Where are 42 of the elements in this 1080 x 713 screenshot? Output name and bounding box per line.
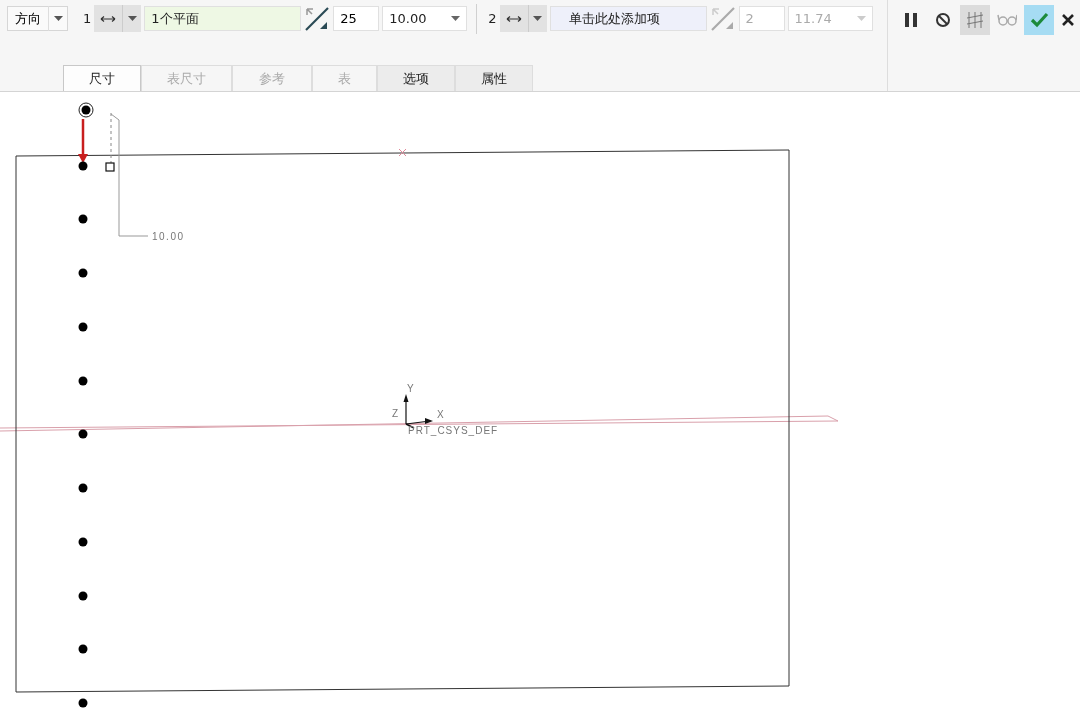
direction-arrow[interactable]	[78, 119, 88, 163]
tab[interactable]: 选项	[377, 65, 455, 91]
dimension-type-button[interactable]	[94, 5, 142, 32]
caret-icon	[533, 15, 543, 22]
direction-button[interactable]: 方向	[7, 6, 68, 31]
pattern-point[interactable]	[78, 268, 88, 278]
axis-label: Y	[407, 383, 414, 394]
tab[interactable]: 属性	[455, 65, 533, 91]
pattern-point[interactable]	[78, 591, 88, 601]
prohibited-icon	[933, 10, 953, 30]
pattern-point[interactable]	[78, 161, 88, 171]
tab[interactable]: 尺寸	[63, 65, 141, 91]
pattern-point[interactable]	[78, 214, 88, 224]
count-field[interactable]: 25	[333, 6, 380, 31]
pattern-point[interactable]	[78, 644, 88, 654]
csys-label: PRT_CSYS_DEF	[408, 425, 499, 436]
pattern-point[interactable]	[78, 698, 88, 708]
dimension-value[interactable]: 10.00	[152, 231, 185, 242]
pattern-point[interactable]	[78, 483, 88, 493]
caret-icon	[127, 15, 137, 22]
dimension-lines-icon	[965, 10, 985, 30]
square-handle[interactable]	[105, 162, 115, 172]
checkmark-icon	[1029, 10, 1049, 30]
double-arrow-icon	[100, 14, 117, 23]
caret-icon	[856, 15, 866, 22]
set-number: 2	[488, 11, 497, 26]
double-arrow-icon	[505, 14, 522, 23]
first-point-marker[interactable]	[78, 102, 94, 118]
axis-label: X	[437, 409, 444, 420]
caret-icon	[53, 15, 63, 22]
reference-field[interactable]: 1个平面	[144, 6, 302, 31]
pattern-point[interactable]	[78, 376, 88, 386]
caret-icon	[451, 15, 461, 22]
spacing-dropdown[interactable]: 10.00	[382, 6, 468, 31]
pattern-point[interactable]	[78, 429, 88, 439]
cross-mark-icon	[398, 148, 407, 157]
pattern-point[interactable]	[78, 537, 88, 547]
axis-label: Z	[392, 408, 399, 419]
set-number: 1	[83, 11, 92, 26]
dimension-type-button[interactable]	[499, 5, 547, 32]
pattern-point[interactable]	[78, 322, 88, 332]
flip-arrows-icon[interactable]	[304, 5, 331, 32]
